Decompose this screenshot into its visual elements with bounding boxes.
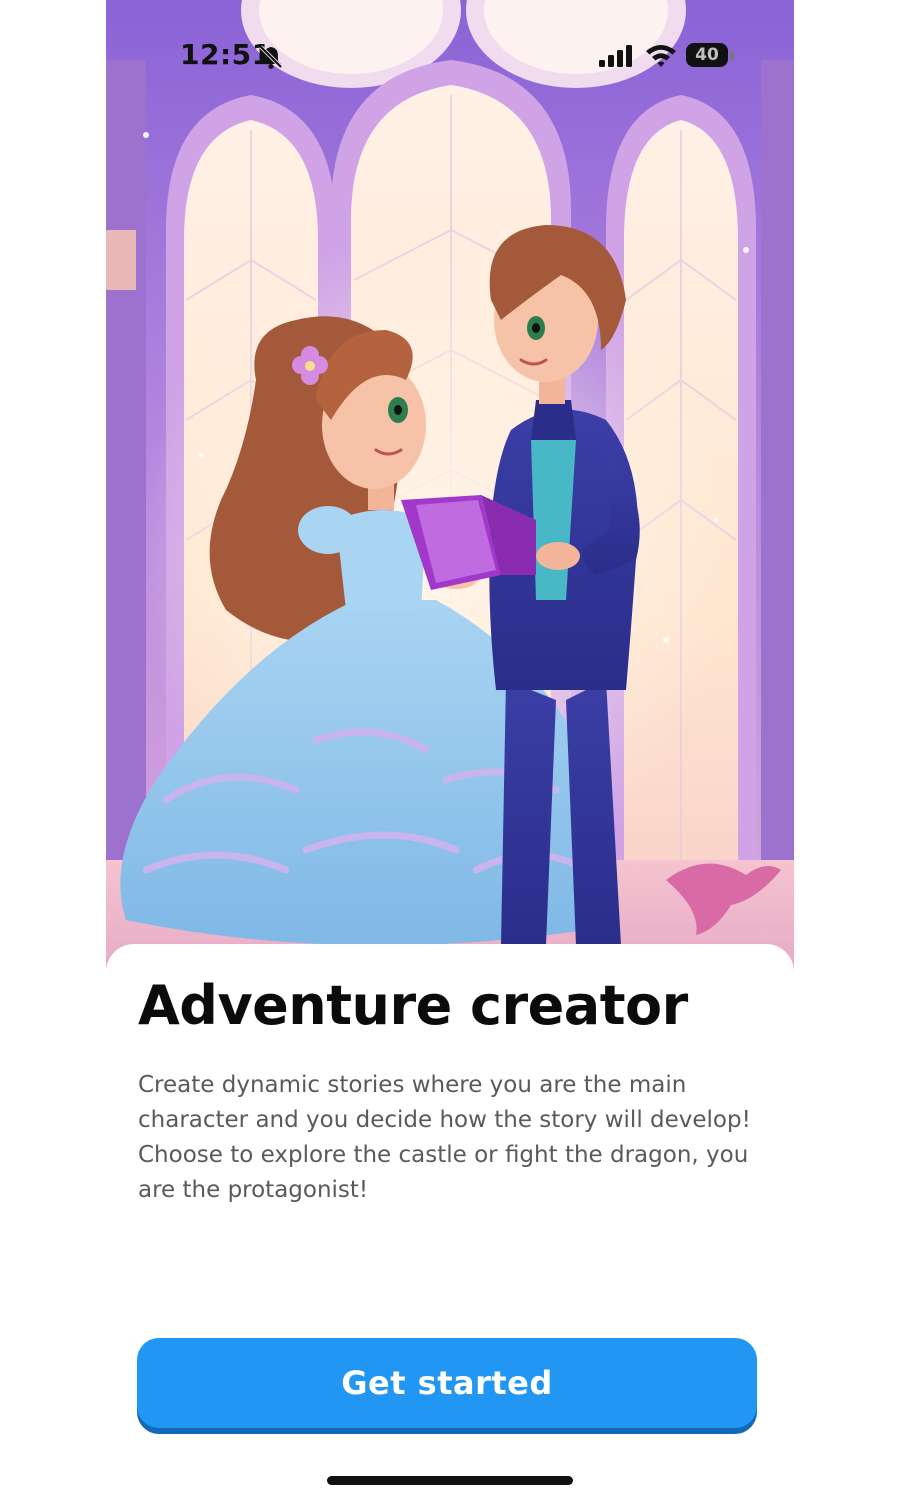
home-indicator[interactable] [327,1476,573,1485]
hero-illustration [106,0,794,975]
phone-screen: 12:51 40 Adventure creator Create dynami… [106,0,794,1500]
bell-slash-icon [258,44,284,70]
cellular-signal-icon [598,44,634,68]
battery-level: 40 [686,43,728,67]
page: 12:51 40 Adventure creator Create dynami… [0,0,900,1500]
page-title: Adventure creator [138,974,688,1037]
battery-cap [730,51,734,60]
content-sheet: Adventure creator Create dynamic stories… [106,944,794,1500]
battery-icon: 40 [686,43,734,69]
wifi-icon [644,42,678,68]
status-bar: 12:51 40 [106,0,794,110]
description-text: Create dynamic stories where you are the… [138,1072,751,1203]
get-started-button[interactable]: Get started [137,1338,757,1428]
